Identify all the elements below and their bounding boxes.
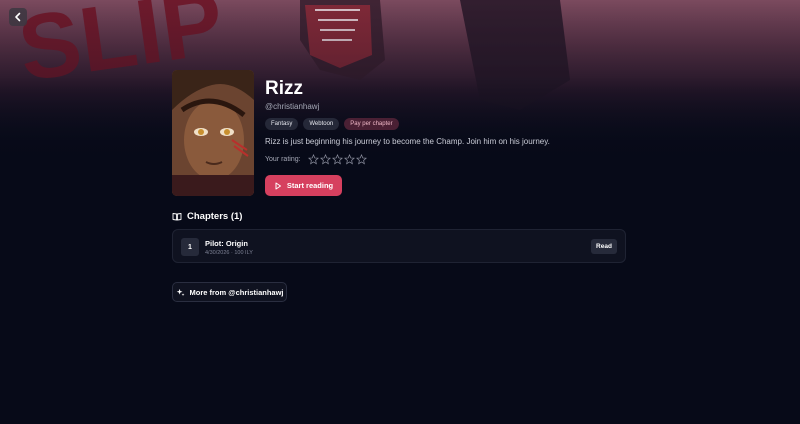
chapters-heading-label: Chapters (1): [187, 211, 243, 222]
star-icon[interactable]: [331, 154, 343, 165]
play-icon: [275, 182, 281, 189]
start-reading-button[interactable]: Start reading: [265, 175, 342, 196]
rating-row: Your rating:: [265, 154, 367, 165]
series-title: Rizz: [265, 78, 303, 99]
rating-label: Your rating:: [265, 156, 301, 163]
tag-list: Fantasy Webtoon Pay per chapter: [265, 118, 399, 130]
series-cover: [172, 70, 254, 196]
chapters-heading: Chapters (1): [172, 211, 242, 222]
chapter-title: Pilot: Origin: [205, 239, 248, 248]
cover-artwork: [172, 70, 254, 196]
star-icon[interactable]: [355, 154, 367, 165]
star-icon[interactable]: [343, 154, 355, 165]
more-from-author-label: More from @christianhawj: [189, 287, 284, 297]
series-author[interactable]: @christianhawj: [265, 102, 319, 111]
tag-fantasy[interactable]: Fantasy: [265, 118, 299, 130]
back-button[interactable]: [9, 8, 27, 26]
sparkles-icon: [176, 288, 184, 296]
series-description: Rizz is just beginning his journey to be…: [265, 137, 550, 146]
star-icon[interactable]: [319, 154, 331, 165]
star-icon[interactable]: [307, 154, 319, 165]
read-button[interactable]: Read: [591, 239, 617, 254]
chapter-meta: 4/30/2026 · 100 ILY: [205, 250, 253, 256]
tag-pay-per-chapter[interactable]: Pay per chapter: [344, 118, 399, 130]
star-rating: [307, 154, 367, 165]
more-from-author-button[interactable]: More from @christianhawj: [172, 282, 287, 302]
tag-webtoon[interactable]: Webtoon: [303, 118, 340, 130]
start-reading-label: Start reading: [286, 181, 334, 190]
chapter-item[interactable]: 1 Pilot: Origin 4/30/2026 · 100 ILY Read: [172, 229, 626, 263]
chevron-left-icon: [15, 12, 21, 22]
chapter-number: 1: [181, 238, 199, 256]
book-open-icon: [172, 213, 182, 221]
